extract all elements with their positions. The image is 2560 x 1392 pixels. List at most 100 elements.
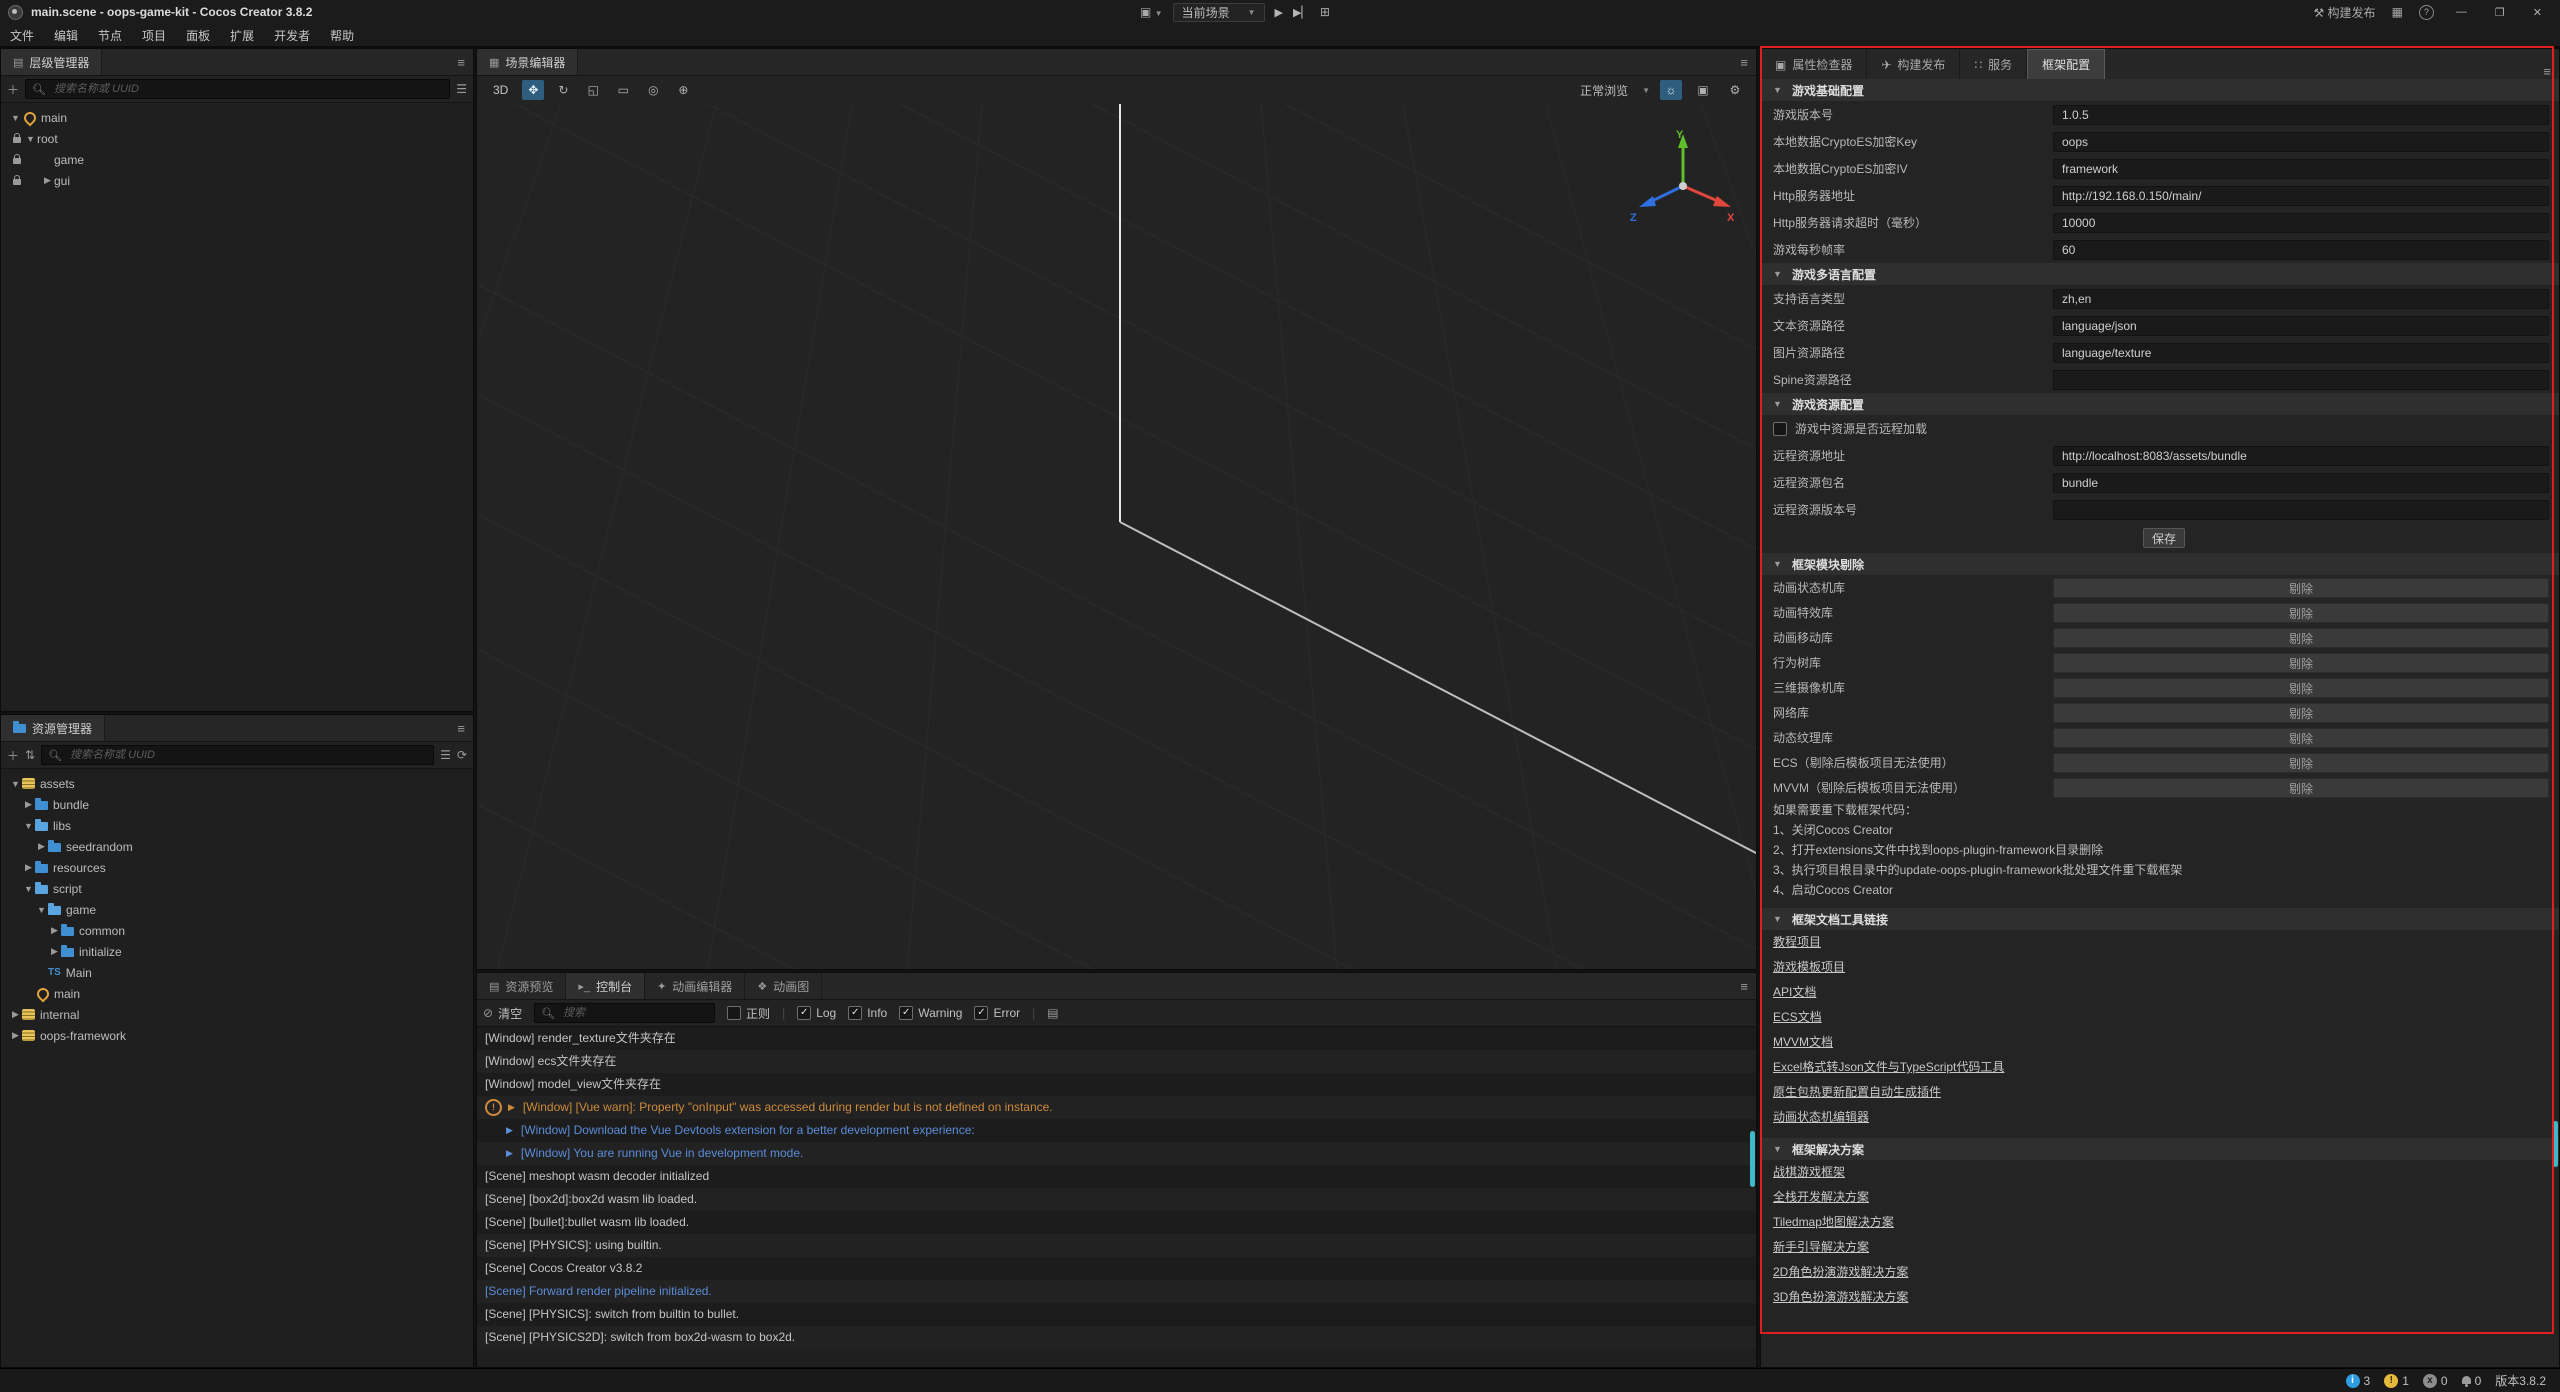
rect-tool-icon[interactable]: ▭: [612, 80, 634, 100]
filter-error-checkbox[interactable]: ✓Error: [974, 1006, 1020, 1020]
asset-node-initialize[interactable]: ▶ initialize: [1, 941, 473, 962]
remove-module-button[interactable]: 剔除: [2053, 703, 2549, 723]
http-timeout-input[interactable]: [2053, 213, 2549, 233]
menu-developer[interactable]: 开发者: [264, 27, 320, 44]
log-row[interactable]: [Scene] [box2d]:box2d wasm lib loaded.: [477, 1188, 1756, 1211]
asset-node-script[interactable]: ▼ script: [1, 878, 473, 899]
section-i18n[interactable]: ▼ 游戏多语言配置: [1761, 263, 2559, 285]
play-button[interactable]: ▶: [1275, 6, 1283, 19]
remove-module-button[interactable]: 剔除: [2053, 628, 2549, 648]
asset-node-assets[interactable]: ▼ assets: [1, 773, 473, 794]
chevron-right-icon[interactable]: ▶: [41, 175, 54, 186]
tree-node-main[interactable]: ▼ main: [1, 107, 473, 128]
panel-menu-icon[interactable]: ≡: [2543, 64, 2551, 79]
panel-menu-icon[interactable]: ≡: [457, 55, 465, 70]
filter-info-checkbox[interactable]: ✓Info: [848, 1006, 887, 1020]
error-counter[interactable]: x0: [2423, 1374, 2448, 1388]
doc-link-ecs[interactable]: ECS文档: [1773, 1005, 1822, 1030]
lock-icon[interactable]: [9, 134, 24, 143]
doc-link-animator-editor[interactable]: 动画状态机编辑器: [1773, 1105, 1869, 1130]
tab-animation-graph[interactable]: ❖ 动画图: [745, 973, 822, 999]
fps-input[interactable]: [2053, 240, 2549, 260]
close-button[interactable]: ✕: [2527, 6, 2548, 19]
log-row-info[interactable]: ▶ [Window] You are running Vue in develo…: [477, 1142, 1756, 1165]
doc-link-mvvm[interactable]: MVVM文档: [1773, 1030, 1833, 1055]
asset-node-oops-framework[interactable]: ▶ oops-framework: [1, 1025, 473, 1046]
tab-build-publish[interactable]: ✈ 构建发布: [1867, 50, 1960, 79]
chevron-right-icon[interactable]: ▶: [9, 1009, 22, 1020]
regex-checkbox[interactable]: 正则: [727, 1005, 770, 1022]
expand-chevron-icon[interactable]: ▶: [508, 1096, 515, 1119]
chevron-right-icon[interactable]: ▶: [48, 946, 61, 957]
asset-node-libs[interactable]: ▼ libs: [1, 815, 473, 836]
pivot-tool-icon[interactable]: ◎: [642, 80, 664, 100]
tree-node-game[interactable]: game: [1, 149, 473, 170]
minimize-button[interactable]: —: [2450, 6, 2473, 18]
tab-asset-preview[interactable]: ▤ 资源预览: [477, 973, 566, 999]
help-icon[interactable]: ?: [2419, 5, 2434, 20]
asset-node-main-ts[interactable]: TS Main: [1, 962, 473, 983]
menu-help[interactable]: 帮助: [320, 27, 364, 44]
tab-hierarchy[interactable]: ▤ 层级管理器: [1, 49, 102, 75]
chevron-right-icon[interactable]: ▶: [9, 1030, 22, 1041]
chevron-right-icon[interactable]: ▶: [22, 799, 35, 810]
asset-node-seedrandom[interactable]: ▶ seedrandom: [1, 836, 473, 857]
info-counter[interactable]: i3: [2346, 1374, 2371, 1388]
add-asset-button[interactable]: ＋: [7, 747, 19, 764]
console-search-input[interactable]: [561, 1006, 708, 1020]
orientation-gizmo[interactable]: Y X Z: [1628, 124, 1738, 237]
assets-search[interactable]: 🔍︎: [41, 745, 434, 765]
solution-link-fullstack[interactable]: 全栈开发解决方案: [1773, 1185, 1869, 1210]
lock-icon[interactable]: [9, 176, 24, 185]
lighting-icon[interactable]: ☼: [1660, 80, 1682, 100]
game-version-input[interactable]: [2053, 105, 2549, 125]
clear-console-button[interactable]: ⊘清空: [483, 1005, 522, 1022]
doc-link-template[interactable]: 游戏模板项目: [1773, 955, 1845, 980]
view-mode-dropdown[interactable]: 正常浏览 ▼: [1580, 82, 1650, 99]
refresh-icon[interactable]: ⟳: [457, 748, 467, 762]
tab-framework-config[interactable]: 框架配置: [2027, 49, 2105, 79]
scale-tool-icon[interactable]: ◱: [582, 80, 604, 100]
scene-viewport[interactable]: Y X Z: [477, 104, 1756, 969]
remove-module-button[interactable]: 剔除: [2053, 603, 2549, 623]
notification-counter[interactable]: 0: [2462, 1374, 2482, 1388]
mode-3d-toggle[interactable]: 3D: [487, 83, 514, 97]
camera-icon[interactable]: ▣: [1692, 80, 1714, 100]
log-row[interactable]: [Window] ecs文件夹存在: [477, 1050, 1756, 1073]
menu-edit[interactable]: 编辑: [44, 27, 88, 44]
solution-link-2drpg[interactable]: 2D角色扮演游戏解决方案: [1773, 1260, 1908, 1285]
remote-version-input[interactable]: [2053, 500, 2549, 520]
chevron-right-icon[interactable]: ▶: [35, 841, 48, 852]
move-tool-icon[interactable]: ✥: [522, 80, 544, 100]
menu-node[interactable]: 节点: [88, 27, 132, 44]
chevron-down-icon[interactable]: ▼: [22, 821, 35, 831]
doc-link-api[interactable]: API文档: [1773, 980, 1816, 1005]
build-publish-button[interactable]: ⚒ 构建发布: [2313, 4, 2375, 21]
asset-node-internal[interactable]: ▶ internal: [1, 1004, 473, 1025]
hierarchy-search[interactable]: 🔍︎: [25, 79, 450, 99]
collapse-log-icon[interactable]: ▤: [1047, 1006, 1058, 1020]
space-toggle-icon[interactable]: ⊕: [672, 80, 694, 100]
remove-module-button[interactable]: 剔除: [2053, 678, 2549, 698]
section-docs[interactable]: ▼ 框架文档工具链接: [1761, 908, 2559, 930]
languages-input[interactable]: [2053, 289, 2549, 309]
console-scrollbar[interactable]: [1750, 1131, 1755, 1187]
remove-module-button[interactable]: 剔除: [2053, 753, 2549, 773]
solution-link-wargame[interactable]: 战棋游戏框架: [1773, 1160, 1845, 1185]
tab-services[interactable]: ∷ 服务: [1960, 50, 2027, 79]
preview-scene-dropdown[interactable]: 当前场景 ▼: [1173, 3, 1265, 22]
tree-node-gui[interactable]: ▶ gui: [1, 170, 473, 191]
assets-search-input[interactable]: [68, 748, 427, 762]
hierarchy-search-input[interactable]: [52, 82, 443, 96]
layout-grid-icon[interactable]: ⊞: [1320, 5, 1330, 19]
add-node-button[interactable]: ＋: [7, 81, 19, 98]
tab-scene-editor[interactable]: ▦ 场景编辑器: [477, 49, 578, 75]
filter-icon[interactable]: ☰: [456, 82, 467, 96]
crypto-key-input[interactable]: [2053, 132, 2549, 152]
log-row-info[interactable]: [Scene] Forward render pipeline initiali…: [477, 1280, 1756, 1303]
remote-bundle-input[interactable]: [2053, 473, 2549, 493]
text-path-input[interactable]: [2053, 316, 2549, 336]
maximize-button[interactable]: ❐: [2489, 6, 2511, 19]
warning-counter[interactable]: !1: [2384, 1374, 2409, 1388]
remove-module-button[interactable]: 剔除: [2053, 778, 2549, 798]
